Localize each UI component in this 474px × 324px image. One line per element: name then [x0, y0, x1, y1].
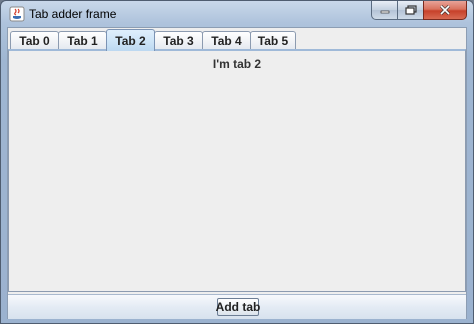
maximize-button[interactable] — [397, 1, 423, 20]
content-pane: Tab 0 Tab 1 Tab 2 Tab 3 Tab 4 Tab 5 I'm … — [7, 27, 467, 319]
tab-3[interactable]: Tab 3 — [154, 31, 203, 50]
tab-4[interactable]: Tab 4 — [202, 31, 251, 50]
java-icon — [9, 6, 25, 22]
maximize-icon — [404, 5, 417, 15]
tab-2[interactable]: Tab 2 — [106, 29, 155, 51]
close-icon — [439, 5, 451, 15]
close-button[interactable] — [423, 1, 467, 20]
panel-label: I'm tab 2 — [212, 57, 262, 71]
tab-5[interactable]: Tab 5 — [250, 31, 296, 50]
tab-strip: Tab 0 Tab 1 Tab 2 Tab 3 Tab 4 Tab 5 — [8, 28, 466, 51]
app-window: Tab adder frame Tab 0 Tab 1 Tab 2 Tab 3 … — [0, 0, 474, 324]
tab-panel: I'm tab 2 — [8, 49, 466, 292]
add-tab-button[interactable]: Add tab — [216, 298, 260, 316]
title-bar[interactable]: Tab adder frame — [1, 1, 473, 27]
button-bar: Add tab — [8, 294, 466, 319]
tab-0[interactable]: Tab 0 — [10, 31, 59, 50]
minimize-button[interactable] — [371, 1, 397, 20]
window-title: Tab adder frame — [29, 7, 117, 21]
tab-1[interactable]: Tab 1 — [58, 31, 107, 50]
minimize-icon — [380, 10, 389, 14]
caption-buttons — [371, 1, 467, 20]
